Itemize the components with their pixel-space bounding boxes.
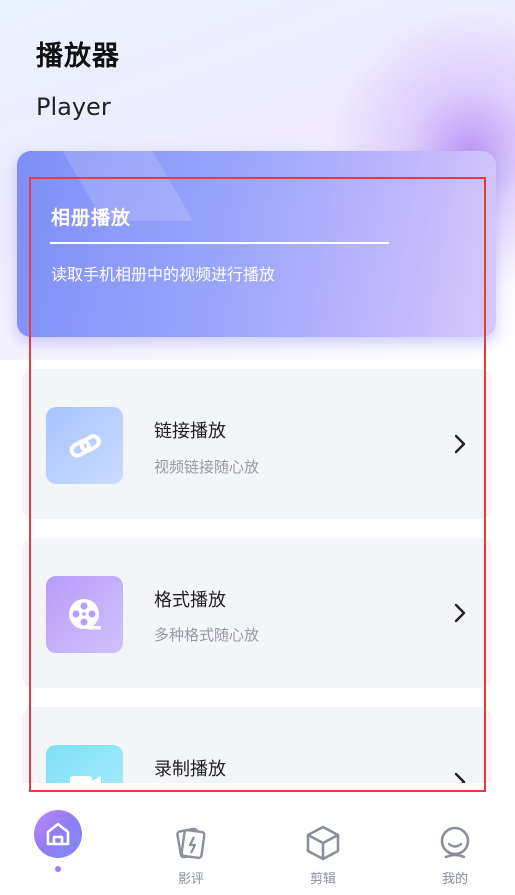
- album-play-description: 读取手机相册中的视频进行播放: [51, 265, 276, 284]
- bottom-tab-bar: 影评 剪辑 我的: [0, 800, 515, 895]
- review-cards-icon: [176, 827, 206, 860]
- tab-mine-label: 我的: [441, 872, 468, 887]
- album-divider: [50, 242, 389, 244]
- tab-edit-label: 剪辑: [309, 872, 336, 887]
- link-play-title: 链接播放: [154, 421, 226, 442]
- page-subtitle: Player: [36, 93, 111, 121]
- album-play-card[interactable]: 相册播放 读取手机相册中的视频进行播放: [17, 151, 496, 337]
- page-header: 播放器 Player: [36, 34, 120, 121]
- profile-icon: [440, 826, 470, 859]
- page-title: 播放器: [36, 41, 120, 72]
- chevron-right-icon: [454, 603, 466, 623]
- link-play-card[interactable]: 链接播放 视频链接随心放: [22, 369, 492, 519]
- link-play-subtitle: 视频链接随心放: [154, 458, 260, 476]
- chevron-right-icon: [454, 434, 466, 454]
- album-play-title: 相册播放: [51, 207, 132, 229]
- cube-icon: [306, 825, 340, 861]
- film-reel-icon: [46, 576, 123, 653]
- format-play-subtitle: 多种格式随心放: [154, 626, 260, 644]
- record-play-title: 录制播放: [154, 759, 226, 780]
- format-play-title: 格式播放: [154, 590, 226, 611]
- tab-reviews-label: 影评: [177, 872, 204, 887]
- link-icon: [46, 407, 123, 484]
- format-play-card[interactable]: 格式播放 多种格式随心放: [22, 538, 492, 688]
